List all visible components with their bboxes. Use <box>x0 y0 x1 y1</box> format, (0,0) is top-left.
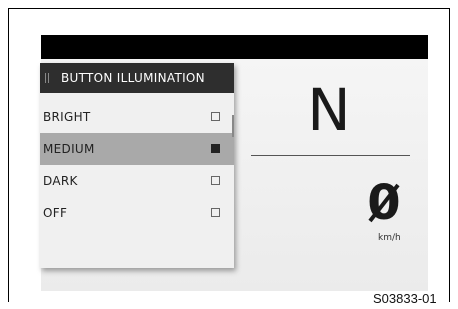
status-bar <box>41 35 428 59</box>
menu-options: BRIGHT MEDIUM DARK OFF <box>40 101 234 229</box>
menu-item-label: DARK <box>43 174 78 188</box>
checkbox-icon[interactable] <box>211 208 220 217</box>
menu-item-bright[interactable]: BRIGHT <box>40 101 234 133</box>
scrollbar[interactable] <box>232 115 234 137</box>
menu-item-off[interactable]: OFF <box>40 197 234 229</box>
button-illumination-menu: BUTTON ILLUMINATION BRIGHT MEDIUM DARK O… <box>40 63 234 268</box>
checkbox-icon[interactable] <box>211 176 220 185</box>
divider-line <box>251 155 410 156</box>
menu-item-label: MEDIUM <box>43 142 95 156</box>
menu-item-medium[interactable]: MEDIUM <box>40 133 234 165</box>
menu-item-label: OFF <box>43 206 68 220</box>
menu-title: BUTTON ILLUMINATION <box>61 71 205 85</box>
menu-item-dark[interactable]: DARK <box>40 165 234 197</box>
gear-indicator: N <box>307 76 351 144</box>
figure-id: S03833-01 <box>373 291 437 306</box>
drag-handle-icon[interactable] <box>45 73 49 83</box>
speed-unit: km/h <box>378 233 401 243</box>
checkbox-checked-icon[interactable] <box>211 144 220 153</box>
checkbox-icon[interactable] <box>211 112 220 121</box>
menu-item-label: BRIGHT <box>43 110 91 124</box>
speed-value: 0 <box>367 179 400 225</box>
menu-header: BUTTON ILLUMINATION <box>40 63 234 93</box>
